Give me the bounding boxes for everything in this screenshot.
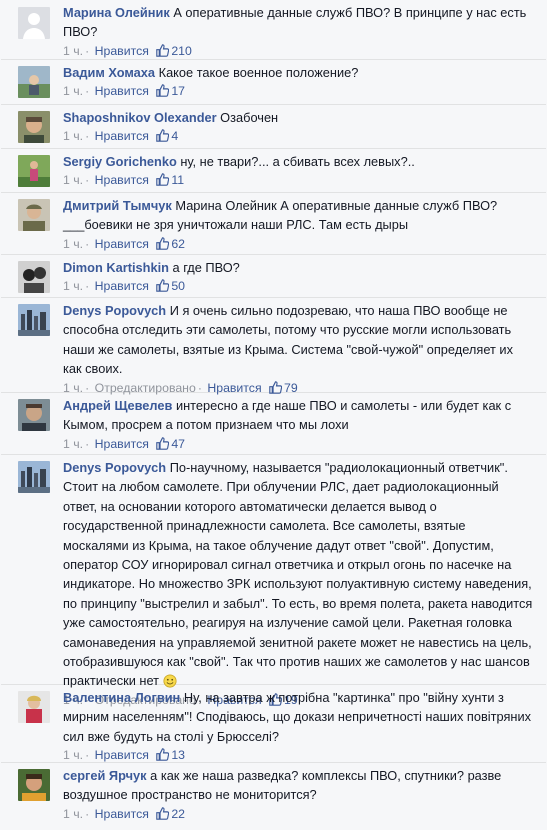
comment-meta: 1 ч. · Нравится 210 [63, 43, 192, 58]
comment: сергей Ярчук а как же наша разведка? ком… [1, 763, 546, 830]
avatar[interactable] [18, 66, 50, 98]
like-button[interactable]: Нравится [95, 807, 149, 821]
comment-author[interactable]: Марина Олейник [63, 5, 170, 20]
comment-meta: 1 ч. · Нравится 4 [63, 129, 179, 144]
avatar[interactable] [18, 199, 50, 231]
avatar[interactable] [18, 399, 50, 431]
avatar[interactable] [18, 111, 50, 143]
avatar[interactable] [18, 461, 50, 493]
comment-time[interactable]: 1 ч. [63, 279, 83, 293]
comment-meta: 1 ч. · Нравится 47 [63, 436, 185, 451]
comment: Андрей Щевелев интересно а где наше ПВО … [1, 393, 546, 455]
like-count[interactable]: 4 [171, 129, 178, 143]
comment-text: ну, не твари?... а сбивать всех левых?.. [180, 154, 415, 169]
comment-time[interactable]: 1 ч. [63, 237, 83, 251]
comment: Shaposhnikov Olexander Озабочен 1 ч. · Нр… [1, 105, 546, 149]
thumbs-up-icon[interactable] [156, 748, 170, 761]
thumbs-up-icon[interactable] [156, 44, 170, 57]
like-button[interactable]: Нравится [95, 173, 149, 187]
comment-author[interactable]: Вадим Хомаха [63, 65, 155, 80]
like-button[interactable]: Нравится [95, 437, 149, 451]
like-button[interactable]: Нравится [95, 237, 149, 251]
avatar[interactable] [18, 691, 50, 723]
avatar[interactable] [18, 769, 50, 801]
comment-text: По-научному, называется "радиолокационны… [63, 460, 533, 689]
comment-author[interactable]: сергей Ярчук [63, 768, 147, 783]
avatar[interactable] [18, 7, 50, 39]
avatar[interactable] [18, 155, 50, 187]
comment-author[interactable]: Dimon Kartishkin [63, 260, 169, 275]
comment-time[interactable]: 1 ч. [63, 44, 83, 58]
comment-meta: 1 ч. · Нравится 17 [63, 84, 185, 99]
comment-meta: 1 ч. · Нравится 50 [63, 279, 185, 294]
thumbs-up-icon[interactable] [156, 807, 170, 820]
comment-text: Какое такое военное положение? [158, 65, 359, 80]
like-count[interactable]: 17 [171, 84, 185, 98]
thumbs-up-icon[interactable] [156, 279, 170, 293]
thumbs-up-icon[interactable] [269, 380, 283, 394]
comment: Sergiy Gorichenko ну, не твари?... а сби… [1, 149, 546, 193]
comment: Вадим Хомаха Какое такое военное положен… [1, 60, 546, 105]
like-button[interactable]: Нравится [95, 44, 149, 58]
like-button[interactable]: Нравится [95, 129, 149, 143]
comment-meta: 1 ч. · Нравится 62 [63, 236, 185, 251]
like-count[interactable]: 50 [171, 279, 185, 293]
comment-author[interactable]: Sergiy Gorichenko [63, 154, 177, 169]
comment-time[interactable]: 1 ч. [63, 173, 83, 187]
like-count[interactable]: 62 [171, 237, 185, 251]
comment-meta: 1 ч. · Нравится 11 [63, 173, 185, 188]
comment-time[interactable]: 1 ч. [63, 437, 83, 451]
comment: Denys Popovych По-научному, называется "… [1, 455, 546, 707]
comment: Валентина Логвин Ну, на завтра ж потрібн… [1, 685, 546, 763]
avatar[interactable] [18, 261, 50, 293]
comment: Dimon Kartishkin а где ПВО? 1 ч. · Нравит… [1, 255, 546, 298]
comment: Марина Олейник А оперативные данные служ… [1, 0, 546, 60]
comment-time[interactable]: 1 ч. [63, 807, 83, 821]
thumbs-up-icon[interactable] [156, 173, 170, 187]
comment-author[interactable]: Андрей Щевелев [63, 398, 172, 413]
comment-meta: 1 ч. · Нравится 22 [63, 806, 185, 821]
like-button[interactable]: Нравится [95, 279, 149, 293]
comment-author[interactable]: Shaposhnikov Olexander [63, 110, 217, 125]
like-button[interactable]: Нравится [95, 748, 149, 762]
comment-author[interactable]: Denys Popovych [63, 303, 166, 318]
comment-author[interactable]: Валентина Логвин [63, 690, 180, 705]
comment-text: а где ПВО? [172, 260, 240, 275]
thumbs-up-icon[interactable] [156, 129, 170, 143]
comment: Denys Popovych И я очень сильно подозрев… [1, 298, 546, 395]
comment-time[interactable]: 1 ч. [63, 129, 83, 143]
thumbs-up-icon[interactable] [156, 237, 170, 250]
like-count[interactable]: 13 [171, 748, 185, 762]
comment-time[interactable]: 1 ч. [63, 84, 83, 98]
like-count[interactable]: 210 [171, 44, 192, 58]
like-count[interactable]: 11 [171, 173, 184, 187]
like-count[interactable]: 22 [171, 807, 185, 821]
comment: Дмитрий Тымчук Марина Олейник А оператив… [1, 193, 546, 255]
avatar[interactable] [18, 304, 50, 336]
like-count[interactable]: 47 [171, 437, 185, 451]
comment-author[interactable]: Denys Popovych [63, 460, 166, 475]
like-button[interactable]: Нравится [95, 84, 149, 98]
comment-time[interactable]: 1 ч. [63, 748, 83, 762]
thumbs-up-icon[interactable] [156, 437, 170, 450]
comment-text: Озабочен [220, 110, 279, 125]
thumbs-up-icon[interactable] [156, 84, 170, 98]
comment-author[interactable]: Дмитрий Тымчук [63, 198, 172, 213]
